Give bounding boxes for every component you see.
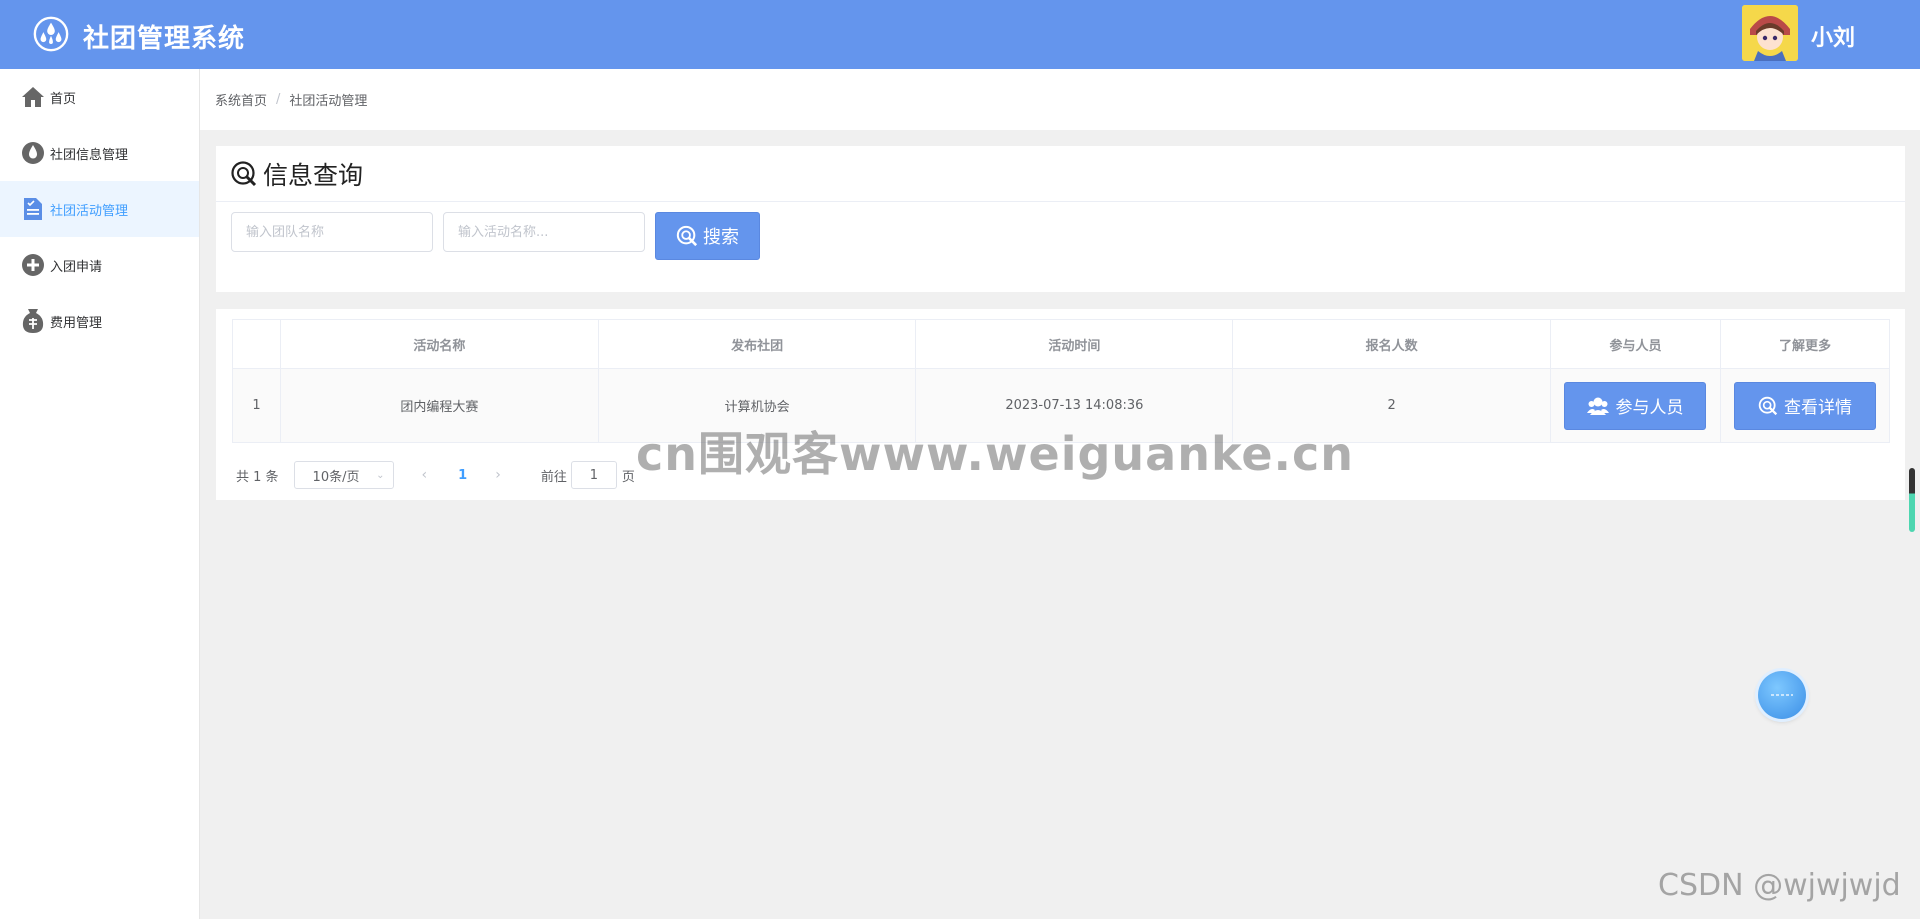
site-watermark: cn围观客www.weiguanke.cn [636,427,1355,481]
column-header-time: 活动时间 [915,319,1234,369]
participants-button[interactable]: 参与人员 [1564,381,1707,430]
goto-page-value: 1 [589,467,598,483]
sidebar-item-club-activity[interactable]: 社团活动管理 [0,181,199,237]
breadcrumb: 系统首页 / 社团活动管理 [200,69,1920,130]
sidebar-item-label: 费用管理 [50,315,103,331]
cell-activity-name: 团内编程大赛 [279,368,599,443]
sidebar-item-fees[interactable]: 费用管理 [0,293,199,349]
search-circle-icon [231,160,257,186]
sidebar-item-label: 入团申请 [50,259,103,275]
cell-participants: 参与人员 [1550,368,1721,443]
money-icon [20,308,46,334]
sidebar-item-home[interactable]: 首页 [0,69,199,125]
sidebar-item-join-apply[interactable]: 入团申请 [0,237,199,293]
goto-suffix: 页 [621,469,635,485]
next-page-icon[interactable]: › [495,467,501,483]
plus-circle-icon [20,252,46,278]
table-header-row: 活动名称 发布社团 活动时间 报名人数 参与人员 了解更多 [232,319,1891,369]
page-size-value: 10条/页 [312,469,360,485]
goto-page-input[interactable]: 1 [570,461,617,489]
home-icon [20,84,46,110]
column-header-club: 发布社团 [597,319,917,369]
view-detail-button[interactable]: 查看详情 [1733,381,1876,430]
search-icon [676,225,698,247]
column-header-more: 了解更多 [1719,319,1891,369]
dashes-icon [1771,694,1793,696]
query-card: 信息查询 搜索 [216,146,1905,292]
column-header-participants: 参与人员 [1550,319,1721,369]
csdn-watermark: CSDN @wjwjwjd [1658,868,1901,903]
column-header-name: 活动名称 [279,319,599,369]
pagination: 共 1 条 10条/页 ⌄ ‹ 1 › 前往 1 页 [236,461,635,489]
column-header-count: 报名人数 [1232,319,1551,369]
breadcrumb-current: 社团活动管理 [289,94,368,109]
sidebar-item-label: 首页 [50,91,77,107]
logo-icon [33,16,69,52]
app-title: 社团管理系统 [83,24,246,54]
pagination-total: 共 1 条 [236,469,279,485]
query-header: 信息查询 [216,146,1905,202]
breadcrumb-separator: / [276,92,281,107]
prev-page-icon[interactable]: ‹ [422,467,428,483]
username[interactable]: 小刘 [1811,20,1855,52]
droplet-icon [20,140,46,166]
goto-prefix: 前往 [540,469,567,485]
top-header: 社团管理系统 小刘 [0,0,1920,69]
column-header-index [232,319,281,369]
avatar[interactable] [1742,5,1798,61]
chevron-down-icon: ⌄ [376,469,385,481]
search-button-label: 搜索 [703,227,739,248]
query-title: 信息查询 [263,160,364,190]
search-icon [1758,396,1778,415]
cell-detail: 查看详情 [1719,368,1891,443]
document-icon [20,196,46,222]
users-icon [1587,397,1610,415]
sidebar-item-label: 社团活动管理 [50,203,129,219]
scroll-indicator[interactable] [1909,468,1915,532]
search-button[interactable]: 搜索 [655,212,760,260]
view-detail-button-label: 查看详情 [1783,398,1852,418]
page-number-current[interactable]: 1 [458,468,467,483]
floating-action-button[interactable] [1758,671,1806,719]
activity-name-input[interactable] [443,212,645,252]
team-name-input[interactable] [231,212,433,252]
sidebar: 首页 社团信息管理 社团活动管理 入团申请 费用管理 [0,69,200,919]
page-size-select[interactable]: 10条/页 ⌄ [293,461,394,489]
participants-button-label: 参与人员 [1615,398,1684,418]
sidebar-item-club-info[interactable]: 社团信息管理 [0,125,199,181]
cell-index: 1 [232,368,281,443]
sidebar-item-label: 社团信息管理 [50,147,129,163]
breadcrumb-home[interactable]: 系统首页 [215,90,267,109]
